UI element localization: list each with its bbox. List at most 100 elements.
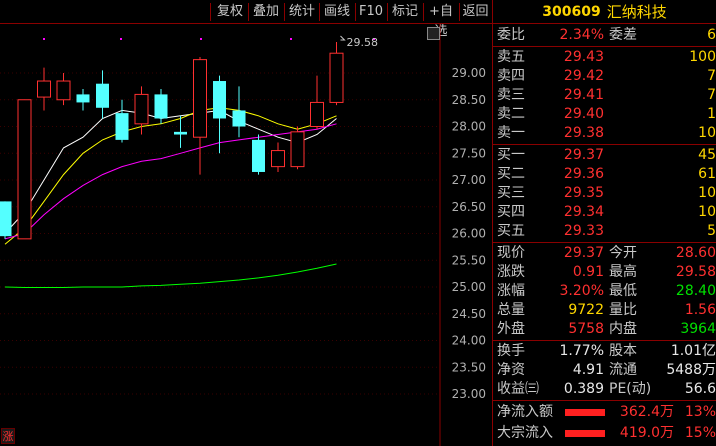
bid-row[interactable]: 买四 29.34 10 [493, 203, 716, 222]
ask-price: 29.38 [563, 125, 604, 141]
ask-volume: 7 [707, 68, 716, 84]
change-value: 0.91 [572, 264, 604, 280]
candle-body [290, 131, 305, 168]
share-capital-value: 1.01亿 [670, 343, 716, 359]
turnover-value: 1.77% [559, 343, 604, 359]
share-capital-label: 股本 [609, 343, 637, 359]
divider [493, 144, 716, 145]
high-arrow [340, 35, 346, 41]
back-button[interactable]: 返回 [460, 2, 491, 22]
y-tick-label: 23.50 [452, 360, 486, 374]
candle-body [134, 93, 149, 125]
net-assets-value: 4.91 [572, 362, 604, 378]
stock-code: 300609 [542, 3, 601, 20]
add-favorite-button[interactable]: +自选 [423, 2, 459, 39]
divider [493, 340, 716, 341]
low-value: 28.40 [675, 283, 716, 299]
block-inflow-value: 419.0万 [619, 425, 674, 441]
ask-row[interactable]: 卖三 29.41 7 [493, 86, 716, 105]
marker-dot [290, 38, 292, 40]
candle-body [174, 131, 187, 135]
ask-label: 卖一 [497, 125, 525, 141]
fuquan-button[interactable]: 复权 [213, 2, 247, 22]
ma-line-ma10 [4, 107, 337, 245]
candle-body [310, 101, 324, 128]
block-inflow-bar [565, 430, 605, 437]
open-value: 28.60 [675, 245, 716, 261]
bid-price: 29.34 [563, 204, 604, 220]
y-tick-label: 25.50 [452, 253, 486, 267]
y-tick-label: 29.00 [452, 66, 486, 80]
f10-button[interactable]: F10 [356, 2, 386, 22]
bid-price: 29.35 [563, 185, 604, 201]
flow-row: 净流入额 362.4万 13% [493, 402, 716, 423]
ask-price: 29.41 [563, 87, 604, 103]
candle-body [213, 81, 226, 119]
quote-stats: 现价 29.37 今开 28.60 涨跌 0.91 最高 29.58 涨幅 3.… [493, 244, 716, 339]
mark-button[interactable]: 标记 [388, 2, 422, 22]
candle-body [329, 52, 344, 103]
ask-price: 29.40 [563, 106, 604, 122]
stock-header: 300609 汇纳科技 [493, 0, 716, 24]
statistics-button[interactable]: 统计 [285, 2, 319, 22]
candle-body [17, 99, 32, 240]
ask-label: 卖五 [497, 49, 525, 65]
bid-volume: 10 [698, 204, 716, 220]
y-tick-label: 28.50 [452, 93, 486, 107]
ask-list: 卖五 29.43 100 卖四 29.42 7 卖三 29.41 7 卖二 29… [493, 48, 716, 143]
chart-options-box[interactable] [427, 27, 440, 40]
candle-body [96, 83, 109, 108]
current-price-label: 现价 [497, 245, 525, 261]
bid-row[interactable]: 买三 29.35 10 [493, 184, 716, 203]
ma-line-ma5 [4, 109, 337, 234]
low-label: 最低 [609, 283, 637, 299]
block-inflow-pct: 15% [684, 425, 716, 441]
bid-row[interactable]: 买一 29.37 45 [493, 146, 716, 165]
bid-price: 29.33 [563, 223, 604, 239]
ask-volume: 7 [707, 87, 716, 103]
ask-row[interactable]: 卖五 29.43 100 [493, 48, 716, 67]
stat-row: 总量 9722 量比 1.56 [493, 301, 716, 320]
ask-row[interactable]: 卖四 29.42 7 [493, 67, 716, 86]
divider [493, 400, 716, 401]
bid-label: 买一 [497, 147, 525, 163]
candle-body [76, 94, 90, 103]
net-inflow-pct: 13% [684, 404, 716, 420]
change-label: 涨跌 [497, 264, 525, 280]
block-inflow-label: 大宗流入 [497, 425, 553, 441]
float-value: 5488万 [666, 362, 716, 378]
pe-label: PE(动) [609, 381, 652, 397]
overlay-button[interactable]: 叠加 [249, 2, 283, 22]
ask-label: 卖三 [497, 87, 525, 103]
bid-volume: 5 [707, 223, 716, 239]
ask-label: 卖四 [497, 68, 525, 84]
draw-line-button[interactable]: 画线 [320, 2, 354, 22]
volume-value: 9722 [568, 302, 604, 318]
bid-label: 买四 [497, 204, 525, 220]
ask-price: 29.42 [563, 68, 604, 84]
stat-row: 外盘 5758 内盘 3964 [493, 320, 716, 339]
bid-row[interactable]: 买五 29.33 5 [493, 222, 716, 241]
ask-row[interactable]: 卖一 29.38 10 [493, 124, 716, 143]
toolbar-separator [210, 3, 211, 21]
bid-label: 买五 [497, 223, 525, 239]
candlestick-chart[interactable]: 29.00 28.50 28.00 27.50 27.00 26.50 26.00 25.50… [0, 24, 492, 446]
stock-name: 汇纳科技 [606, 3, 667, 21]
outer-volume-value: 5758 [568, 321, 604, 337]
candle-body [271, 150, 285, 168]
marker-dot [200, 38, 202, 40]
candle-body [193, 59, 207, 138]
ask-volume: 10 [698, 125, 716, 141]
order-diff-label: 委差 [609, 27, 637, 43]
bid-volume: 61 [698, 166, 716, 182]
bid-row[interactable]: 买二 29.36 61 [493, 165, 716, 184]
flow-row: 大宗流入 419.0万 15% [493, 423, 716, 444]
stat-row: 现价 29.37 今开 28.60 [493, 244, 716, 263]
bid-volume: 10 [698, 185, 716, 201]
marker-dot [120, 38, 122, 40]
change-pct-value: 3.20% [559, 283, 604, 299]
ask-row[interactable]: 卖二 29.40 1 [493, 105, 716, 124]
order-diff-value: 6 [707, 27, 716, 43]
float-label: 流通 [609, 362, 637, 378]
fund-row: 换手 1.77% 股本 1.01亿 [493, 342, 716, 361]
